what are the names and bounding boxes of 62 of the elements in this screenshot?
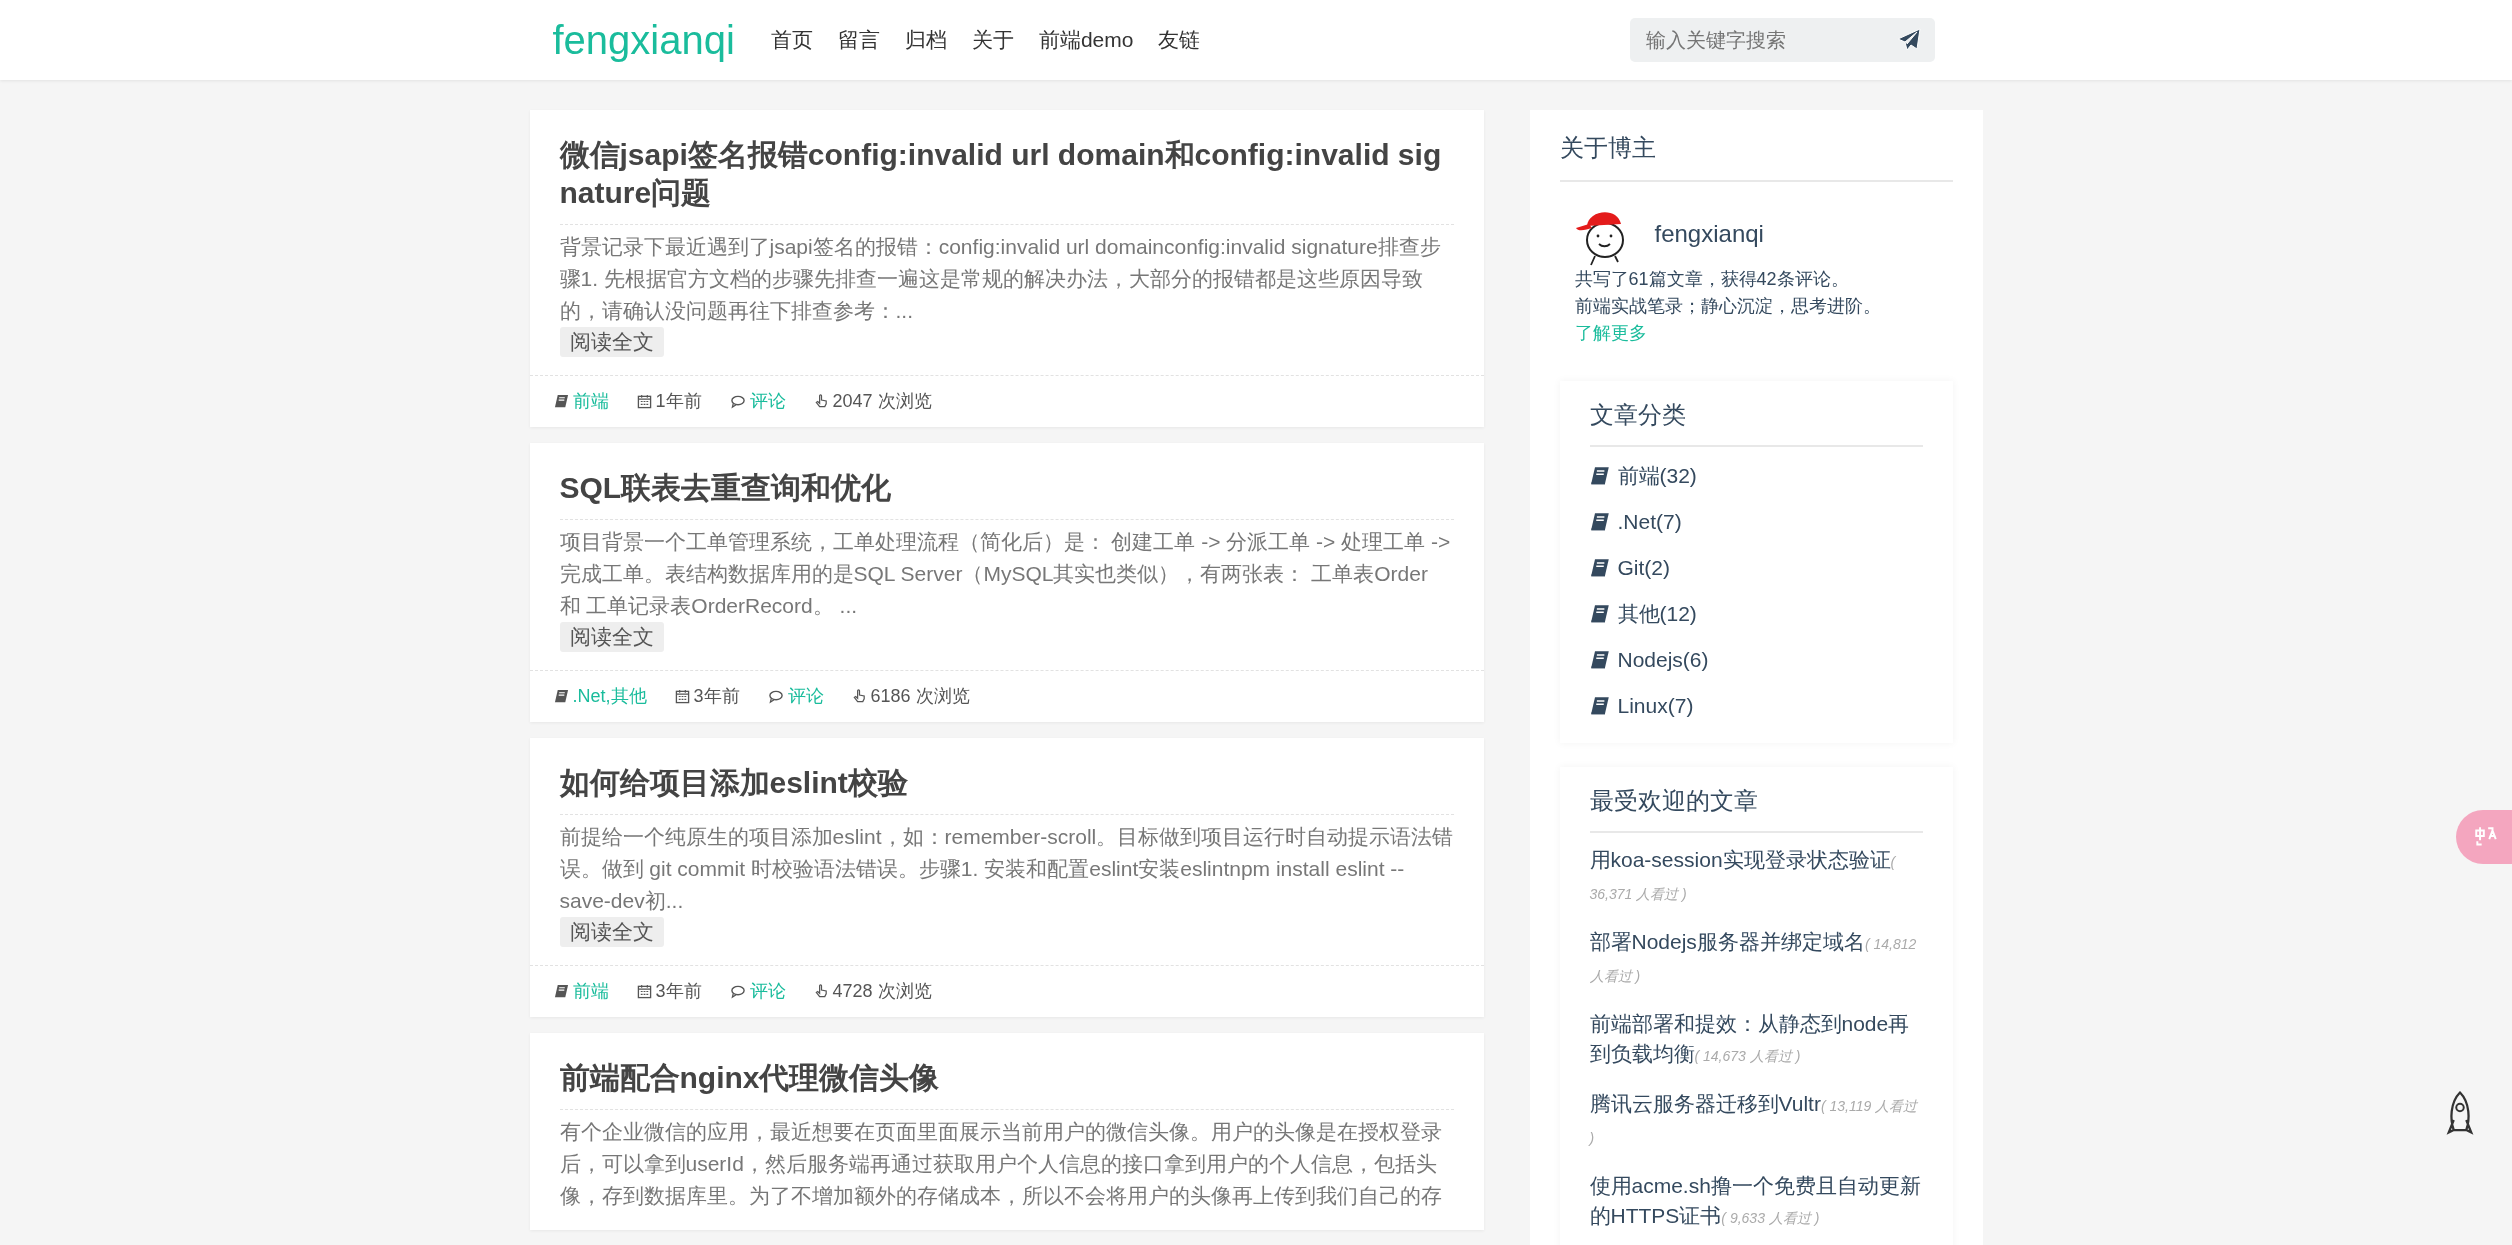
category-link[interactable]: 前端(32) — [1589, 453, 1923, 499]
article-title[interactable]: 如何给项目添加eslint校验 — [559, 764, 1454, 815]
author-stats: 共写了61篇文章，获得42条评论。 — [1574, 268, 1850, 291]
read-more-button[interactable]: 阅读全文 — [559, 622, 664, 652]
post-time: 3年前 — [693, 685, 740, 708]
post-time: 3年前 — [655, 980, 702, 1003]
book-icon — [553, 983, 569, 999]
calendar-icon — [636, 983, 652, 999]
read-more-button[interactable]: 阅读全文 — [559, 917, 664, 947]
article-excerpt: 项目背景一个工单管理系统，工单处理流程（简化后）是： 创建工单 -> 分派工单 -> 处理工单 -> 完成工单。表结构数据库用的是SQL Server（MySQL其实也类似），有两张表： 工单表Order 和 工单记录表OrderRecord。 ... — [559, 529, 1452, 619]
send-icon[interactable] — [1896, 28, 1921, 52]
article-excerpt: 有个企业微信的应用，最近想要在页面里面展示当前用户的微信头像。用户的头像是在授权登录后，可以拿到userId，然后服务端再通过获取用户个人信息的接口拿到用户的个人信息，包括头像，存到数据库里。为了不增加额外的存储成本，所以不会将用户的头像再上传到我们自己的存 — [559, 1119, 1443, 1209]
nav-link[interactable]: 首页 — [770, 26, 813, 54]
view-count: 2047 次浏览 — [832, 390, 932, 413]
calendar-icon — [636, 393, 652, 409]
nav-link[interactable]: 归档 — [904, 26, 947, 54]
view-count: 6186 次浏览 — [870, 685, 970, 708]
book-icon — [1589, 512, 1610, 532]
book-icon — [1589, 466, 1610, 486]
section-heading: 文章分类 — [1589, 399, 1923, 447]
pointer-hand-icon — [813, 983, 829, 999]
author-motto: 前端实战笔录；静心沉淀，思考进阶。 — [1574, 295, 1882, 318]
category-link[interactable]: Git(2) — [1589, 545, 1923, 591]
popular-post-link[interactable]: 使用acme.sh撸一个免费且自动更新的HTTPS证书( 9,633 人看过 ) — [1589, 1171, 1923, 1233]
book-icon — [1589, 558, 1610, 578]
popular-post-link[interactable]: 前端部署和提效：从静态到node再到负载均衡( 14,673 人看过 ) — [1589, 1009, 1923, 1071]
read-more-button[interactable]: 阅读全文 — [559, 327, 664, 357]
article-title[interactable]: 微信jsapi签名报错config:invalid url domain和config:invalid signature问题 — [559, 136, 1454, 225]
view-count: 4728 次浏览 — [832, 980, 932, 1003]
article-excerpt: 背景记录下最近遇到了jsapi签名的报错：config:invalid url domainconfig:invalid signature排查步骤1. 先根据官方文档的步骤先排查一遍这是常规的解决办法，大部分的报错都是这些原因导致的，请确认没问题再往下排查参考：... — [559, 234, 1442, 324]
popular-post-link[interactable]: 部署Nodejs服务器并绑定域名( 14,812 人看过 ) — [1589, 927, 1923, 991]
section-heading: 关于博主 — [1559, 132, 1953, 182]
view-count: ( 14,673 人看过 ) — [1694, 1048, 1801, 1064]
article-excerpt: 前提给一个纯原生的项目添加eslint，如：remember-scroll。目标做到项目运行时自动提示语法错误。做到 git commit 时校验语法错误。步骤1. 安装和配置eslint安装eslintnpm install eslint --save-dev初... — [559, 824, 1454, 914]
comment-icon — [767, 688, 784, 704]
nav-link[interactable]: 友链 — [1158, 26, 1201, 54]
book-icon — [1589, 604, 1610, 624]
search-field[interactable]: 输入关键字搜索 — [1629, 18, 1935, 62]
book-icon — [1589, 696, 1610, 716]
category-link[interactable]: 其他(12) — [1589, 591, 1923, 637]
book-icon — [553, 393, 569, 409]
comment-icon — [729, 393, 746, 409]
nav-link[interactable]: 留言 — [837, 26, 880, 54]
pointer-hand-icon — [851, 688, 867, 704]
book-icon — [553, 688, 569, 704]
article-title[interactable]: SQL联表去重查询和优化 — [559, 469, 1454, 520]
category-link[interactable]: Linux(7) — [1589, 683, 1923, 729]
category-link[interactable]: .Net(7) — [1589, 499, 1923, 545]
nav-link[interactable]: 前端demo — [1038, 26, 1134, 54]
author-name: fengxianqi — [1654, 220, 1764, 248]
pointer-hand-icon — [813, 393, 829, 409]
nav-link[interactable]: 关于 — [971, 26, 1014, 54]
article-title[interactable]: 前端配合nginx代理微信头像 — [559, 1059, 1454, 1110]
comment-icon — [729, 983, 746, 999]
post-time: 1年前 — [655, 390, 702, 413]
category-link[interactable]: Nodejs(6) — [1589, 637, 1923, 683]
section-heading: 最受欢迎的文章 — [1589, 785, 1923, 833]
view-count: ( 9,633 人看过 ) — [1721, 1210, 1820, 1226]
popular-post-link[interactable]: 用koa-session实现登录状态验证( 36,371 人看过 ) — [1589, 845, 1923, 909]
popular-post-link[interactable]: 腾讯云服务器迁移到Vultr( 13,119 人看过 ) — [1589, 1089, 1923, 1153]
book-icon — [1589, 650, 1610, 670]
calendar-icon — [674, 688, 690, 704]
